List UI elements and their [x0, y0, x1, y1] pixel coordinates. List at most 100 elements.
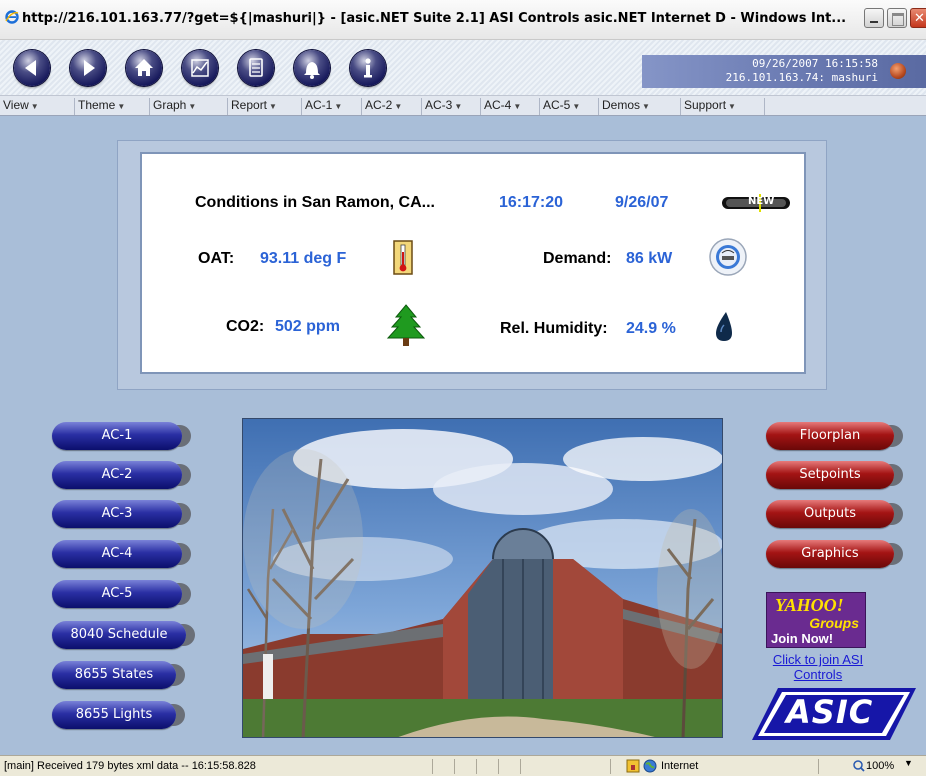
dropdown-arrow-icon: ▼: [188, 102, 197, 111]
thermometer-icon: [393, 240, 413, 275]
yahoo-groups-banner[interactable]: YAHOO! Groups Join Now!: [766, 592, 866, 648]
zoom-icon: [853, 760, 865, 772]
building-photo: [242, 418, 723, 738]
report-button[interactable]: [238, 50, 274, 86]
oat-label: OAT:: [198, 250, 235, 267]
schedule-8040-button[interactable]: 8040 Schedule: [52, 621, 186, 649]
home-icon: [135, 59, 153, 76]
zoom-level[interactable]: 100%: [866, 760, 894, 772]
user-icon[interactable]: [890, 63, 906, 79]
minimize-button[interactable]: [864, 8, 884, 28]
button-label: AC-1: [101, 428, 133, 443]
menu-label: AC-5: [543, 98, 571, 112]
ac2-button[interactable]: AC-2: [52, 461, 182, 489]
alarm-button[interactable]: [294, 50, 330, 86]
button-label: AC-2: [101, 467, 133, 482]
setpoints-button[interactable]: Setpoints: [766, 461, 894, 489]
ac3-button[interactable]: AC-3: [52, 500, 182, 528]
status-divider: [610, 759, 611, 774]
ac4-button[interactable]: AC-4: [52, 540, 182, 568]
demand-value: 86 kW: [626, 250, 673, 267]
demand-label: Demand:: [543, 250, 612, 267]
oat-value: 93.11 deg F: [260, 250, 347, 267]
dropdown-arrow-icon: ▼: [30, 102, 39, 111]
home-button[interactable]: [126, 50, 162, 86]
dropdown-arrow-icon: ▼: [269, 102, 277, 111]
forward-icon: [84, 60, 95, 76]
lights-8655-button[interactable]: 8655 Lights: [52, 701, 176, 729]
menu-label: AC-2: [365, 98, 393, 112]
floorplan-button[interactable]: Floorplan: [766, 422, 894, 450]
menu-ac1[interactable]: AC-1 ▼: [301, 98, 342, 115]
menu-graph[interactable]: Graph ▼: [149, 98, 196, 115]
power-meter-icon: [709, 238, 747, 276]
menu-support[interactable]: Support ▼: [680, 98, 736, 115]
maximize-button[interactable]: [887, 8, 907, 28]
menu-label: AC-3: [425, 98, 453, 112]
session-datetime: 09/26/2007 16:15:58: [752, 57, 878, 70]
ac1-button[interactable]: AC-1: [52, 422, 182, 450]
security-zone: Internet: [661, 760, 699, 772]
button-label: 8655 Lights: [75, 707, 153, 722]
co2-label: CO2:: [226, 318, 265, 335]
button-label: AC-4: [101, 546, 133, 561]
menu-label: Demos: [602, 98, 641, 112]
info-icon: [364, 58, 372, 78]
status-divider: [432, 759, 433, 774]
new-badge-text: NEW: [748, 196, 775, 207]
close-button[interactable]: [910, 8, 926, 28]
menu-label: AC-1: [305, 98, 333, 112]
graphics-button[interactable]: Graphics: [766, 540, 894, 568]
menu-theme[interactable]: Theme ▼: [74, 98, 125, 115]
ac5-button[interactable]: AC-5: [52, 580, 182, 608]
button-label: 8655 States: [74, 667, 154, 682]
menu-label: Report: [231, 98, 268, 112]
menu-ac3[interactable]: AC-3 ▼: [421, 98, 462, 115]
menu-view[interactable]: View ▼: [0, 98, 39, 115]
menu-ac5[interactable]: AC-5 ▼: [539, 98, 580, 115]
dropdown-arrow-icon: ▼: [454, 102, 463, 111]
humidity-value: 24.9 %: [626, 320, 676, 337]
ie-icon: [5, 10, 19, 24]
status-divider: [520, 759, 521, 774]
forward-button[interactable]: [70, 50, 106, 86]
status-bar: [main] Received 179 bytes xml data -- 16…: [0, 755, 926, 776]
status-divider: [498, 759, 499, 774]
dropdown-arrow-icon: ▼: [334, 102, 343, 111]
conditions-heading: Conditions in San Ramon, CA...: [195, 194, 435, 211]
graph-icon: [191, 59, 209, 77]
menu-ac2[interactable]: AC-2 ▼: [361, 98, 402, 115]
yahoo-logo: YAHOO!: [775, 595, 844, 615]
menu-demos[interactable]: Demos ▼: [598, 98, 650, 115]
status-divider: [454, 759, 455, 774]
dropdown-arrow-icon: ▼: [513, 102, 522, 111]
info-button[interactable]: [350, 50, 386, 86]
alarm-bell-icon: [304, 62, 320, 79]
button-label: Floorplan: [799, 428, 861, 443]
button-label: Outputs: [804, 506, 856, 521]
session-user: 216.101.163.74: mashuri: [725, 71, 878, 84]
status-divider: [476, 759, 477, 774]
window-title-bar[interactable]: http://216.101.163.77/?get=${|mashuri|} …: [0, 0, 926, 40]
join-asi-link[interactable]: Click to join ASI Controls: [755, 652, 881, 682]
building-photo-image: [243, 419, 722, 737]
menu-label: AC-4: [484, 98, 512, 112]
button-label: AC-3: [101, 506, 133, 521]
menu-report[interactable]: Report ▼: [227, 98, 277, 115]
button-label: Graphics: [801, 546, 859, 561]
asic-logo: ASIC: [752, 682, 916, 742]
menu-ac4[interactable]: AC-4 ▼: [480, 98, 521, 115]
states-8655-button[interactable]: 8655 States: [52, 661, 176, 689]
join-now-text: Join Now!: [771, 631, 834, 646]
menu-label: Graph: [153, 98, 187, 112]
back-button[interactable]: [14, 50, 50, 86]
window-title: http://216.101.163.77/?get=${|mashuri|} …: [22, 11, 847, 26]
zoom-dropdown-icon[interactable]: ▼: [904, 758, 913, 768]
outputs-button[interactable]: Outputs: [766, 500, 894, 528]
asic-logo-text: ASIC: [786, 693, 874, 731]
button-label: 8040 Schedule: [70, 627, 168, 642]
graph-button[interactable]: [182, 50, 218, 86]
menu-divider: [764, 98, 765, 115]
dropdown-arrow-icon: ▼: [394, 102, 403, 111]
internet-globe-icon: [643, 759, 657, 773]
